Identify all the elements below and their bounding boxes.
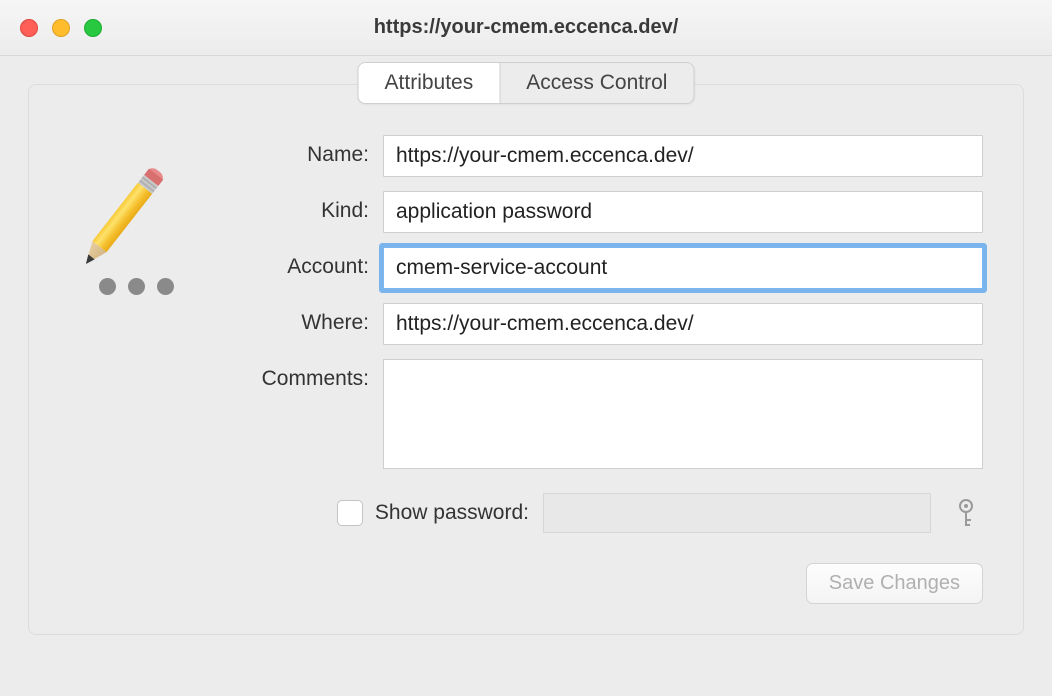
label-kind: Kind: [223,191,383,223]
label-name: Name: [223,135,383,167]
field-row-comments: Comments: [223,359,983,469]
show-password-row: Show password: [223,493,983,533]
input-kind[interactable] [383,191,983,233]
field-row-account: Account: [223,247,983,289]
form-area: Name: Kind: Account: Where: Comments: [69,135,983,604]
input-name[interactable] [383,135,983,177]
save-changes-button[interactable]: Save Changes [806,563,983,604]
input-where[interactable] [383,303,983,345]
icon-column [69,135,199,604]
titlebar: https://your-cmem.eccenca.dev/ [0,0,1052,56]
fields-column: Name: Kind: Account: Where: Comments: [223,135,983,604]
label-account: Account: [223,247,383,279]
maximize-window-button[interactable] [84,19,102,37]
pencil-icon [69,155,169,285]
close-window-button[interactable] [20,19,38,37]
field-row-name: Name: [223,135,983,177]
tab-bar: Attributes Access Control [358,62,695,104]
input-account[interactable] [383,247,983,289]
field-row-kind: Kind: [223,191,983,233]
input-comments[interactable] [383,359,983,469]
minimize-window-button[interactable] [52,19,70,37]
label-where: Where: [223,303,383,335]
button-row: Save Changes [223,563,983,604]
window-title: https://your-cmem.eccenca.dev/ [0,16,1052,39]
checkbox-show-password[interactable] [337,500,363,526]
password-field [543,493,931,533]
field-row-where: Where: [223,303,983,345]
key-icon[interactable] [949,498,983,528]
traffic-lights [20,19,102,37]
tab-attributes[interactable]: Attributes [359,63,501,103]
label-comments: Comments: [223,359,383,391]
tab-access-control[interactable]: Access Control [500,63,693,103]
label-show-password: Show password: [375,501,529,525]
content-panel: Attributes Access Control [28,84,1024,635]
